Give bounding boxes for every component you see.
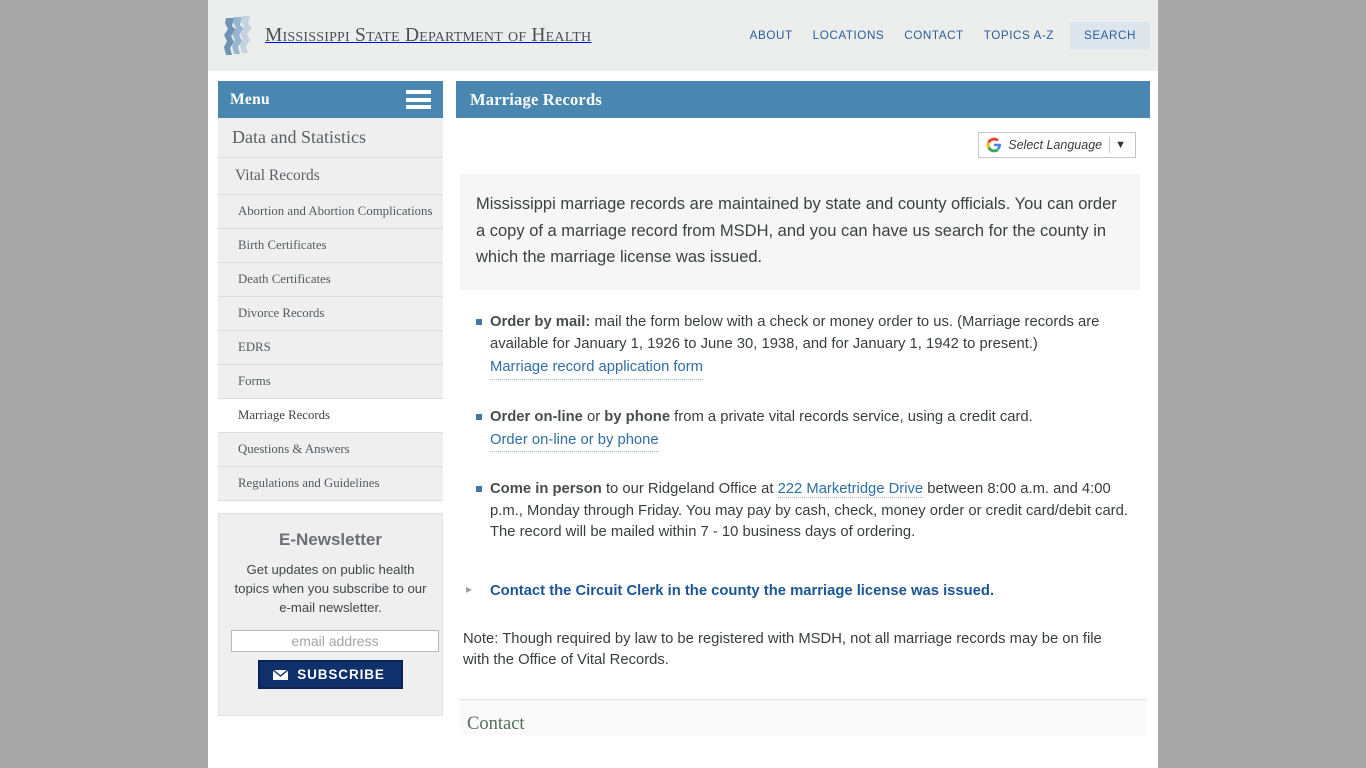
site-title: Mississippi State Department of Health xyxy=(265,24,592,46)
sidebar-item-data-and-statistics[interactable]: Data and Statistics xyxy=(218,118,443,158)
nav-topics-az[interactable]: TOPICS A-Z xyxy=(974,22,1064,49)
language-label: Select Language xyxy=(1008,138,1103,152)
contact-heading: Contact xyxy=(467,713,525,734)
body-columns: Menu Data and Statistics Vital Records A… xyxy=(208,71,1158,735)
circuit-clerk-row: Contact the Circuit Clerk in the county … xyxy=(460,582,1140,600)
primary-nav: ABOUT LOCATIONS CONTACT TOPICS A-Z SEARC… xyxy=(740,0,1158,71)
page-title-bar: Marriage Records xyxy=(456,81,1150,118)
option-lead: Order by mail: xyxy=(490,314,591,331)
sidebar-item-birth-certificates[interactable]: Birth Certificates xyxy=(218,229,443,263)
list-item: Order on-line or by phone from a private… xyxy=(476,407,1140,453)
nav-search[interactable]: SEARCH xyxy=(1069,22,1150,49)
nav-contact[interactable]: CONTACT xyxy=(894,22,973,49)
sidebar-item-abortion-complications[interactable]: Abortion and Abortion Complications xyxy=(218,195,443,229)
intro-callout: Mississippi marriage records are maintai… xyxy=(460,174,1140,291)
language-selector[interactable]: Select Language ▼ xyxy=(978,132,1136,158)
option-lead: Order on-line xyxy=(490,408,583,425)
hamburger-menu-icon[interactable] xyxy=(406,90,431,109)
option-body-a: to our Ridgeland Office at xyxy=(601,481,778,498)
option-body: from a private vital records service, us… xyxy=(670,408,1033,425)
nav-locations[interactable]: LOCATIONS xyxy=(803,22,895,49)
sidebar-menu-list: Data and Statistics Vital Records Aborti… xyxy=(218,118,443,501)
contact-section: Contact xyxy=(460,698,1146,735)
newsletter-heading: E-Newsletter xyxy=(279,530,382,549)
site-logo-link[interactable]: Mississippi State Department of Health xyxy=(222,14,591,58)
page-container: Mississippi State Department of Health A… xyxy=(208,0,1158,768)
ordering-options-list: Order by mail: mail the form below with … xyxy=(460,312,1140,544)
records-note: Note: Though required by law to be regis… xyxy=(463,630,1102,669)
site-header: Mississippi State Department of Health A… xyxy=(208,0,1158,71)
sidebar-item-questions-answers[interactable]: Questions & Answers xyxy=(218,433,443,467)
sidebar-item-edrs[interactable]: EDRS xyxy=(218,331,443,365)
main-content: Marriage Records Select Language ▼ Missi… xyxy=(456,81,1150,735)
page-title: Marriage Records xyxy=(470,89,602,109)
list-item: Order by mail: mail the form below with … xyxy=(476,312,1140,380)
msdh-profile-logo-icon xyxy=(222,14,256,58)
sidebar-item-forms[interactable]: Forms xyxy=(218,365,443,399)
newsletter-description: Get updates on public health topics when… xyxy=(234,562,427,616)
subscribe-label: SUBSCRIBE xyxy=(297,667,385,683)
sidebar-item-death-certificates[interactable]: Death Certificates xyxy=(218,263,443,297)
language-row: Select Language ▼ xyxy=(456,118,1150,158)
subscribe-button[interactable]: SUBSCRIBE xyxy=(258,660,403,690)
option-lead-2: by phone xyxy=(604,408,671,425)
nav-about[interactable]: ABOUT xyxy=(740,22,803,49)
order-online-or-by-phone-link[interactable]: Order on-line or by phone xyxy=(490,430,659,453)
envelope-icon xyxy=(272,668,290,681)
newsletter-panel: E-Newsletter Get updates on public healt… xyxy=(218,513,443,717)
option-lead: Come in person xyxy=(490,481,602,498)
sidebar-menu-label: Menu xyxy=(230,90,270,108)
ridgeland-office-address-link[interactable]: 222 Marketridge Drive xyxy=(777,481,924,499)
sidebar-item-regulations-guidelines[interactable]: Regulations and Guidelines xyxy=(218,467,443,500)
sidebar-item-vital-records[interactable]: Vital Records xyxy=(218,158,443,195)
intro-text: Mississippi marriage records are maintai… xyxy=(476,195,1117,267)
content-body: Order by mail: mail the form below with … xyxy=(456,312,1150,672)
chevron-down-icon[interactable]: ▼ xyxy=(1110,139,1131,151)
option-mid: or xyxy=(582,408,605,425)
sidebar-item-marriage-records[interactable]: Marriage Records xyxy=(218,399,443,433)
list-item: Come in person to our Ridgeland Office a… xyxy=(476,479,1140,543)
marriage-record-application-form-link[interactable]: Marriage record application form xyxy=(490,357,704,380)
sidebar-item-divorce-records[interactable]: Divorce Records xyxy=(218,297,443,331)
sidebar: Menu Data and Statistics Vital Records A… xyxy=(218,81,443,717)
sidebar-menu-header[interactable]: Menu xyxy=(218,81,443,118)
contact-circuit-clerk-link[interactable]: Contact the Circuit Clerk in the county … xyxy=(490,583,994,599)
email-field[interactable] xyxy=(231,630,439,653)
google-g-icon xyxy=(986,137,1002,153)
